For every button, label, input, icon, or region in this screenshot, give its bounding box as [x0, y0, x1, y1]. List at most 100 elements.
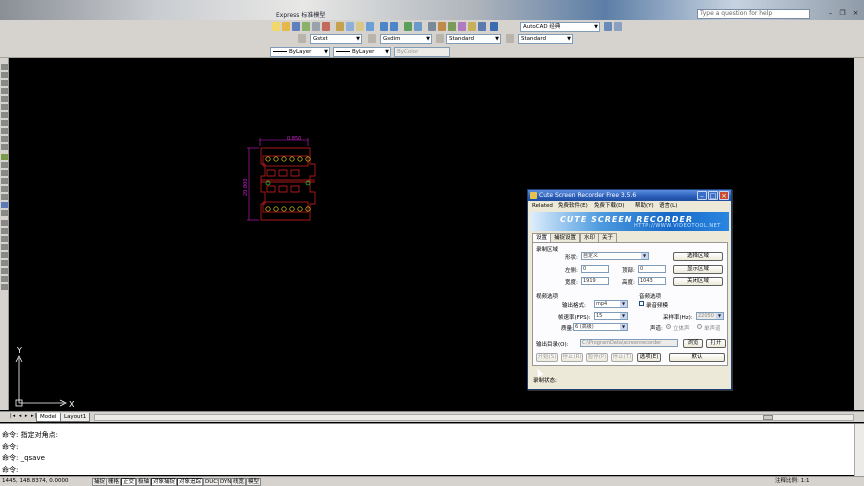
- width-input[interactable]: 1919: [581, 277, 609, 285]
- scale-icon[interactable]: [1, 276, 8, 282]
- mirror-icon[interactable]: [1, 236, 8, 242]
- array-icon[interactable]: [1, 252, 8, 258]
- line-icon[interactable]: [1, 64, 8, 70]
- dialog-minimize-icon[interactable]: –: [697, 191, 707, 200]
- dialog-close-icon[interactable]: ×: [719, 191, 729, 200]
- osnap-toggle[interactable]: 对象捕捉: [151, 478, 178, 486]
- tab-nav-arrows[interactable]: |◂ ◂ ▸ ▸|: [10, 413, 37, 419]
- otrack-toggle[interactable]: 对象追踪: [177, 478, 204, 486]
- rectangle-icon[interactable]: [1, 96, 8, 102]
- command-scrollbar[interactable]: [854, 424, 864, 476]
- color-select[interactable]: ByLayer ▼: [270, 47, 330, 57]
- dim-style-select[interactable]: Gsdim ▼: [380, 34, 432, 44]
- dialog-title-bar[interactable]: Cute Screen Recorder Free 3.5.6 – □ ×: [528, 190, 731, 201]
- left-input[interactable]: 0: [581, 265, 609, 273]
- undo-icon[interactable]: [380, 22, 388, 31]
- multileader-style-icon[interactable]: [506, 34, 514, 43]
- options-button[interactable]: 选项(E): [637, 353, 661, 362]
- lineweight-toggle[interactable]: 线宽: [231, 478, 247, 486]
- menu-free-software[interactable]: 免费软件(E): [558, 202, 588, 211]
- preview-icon[interactable]: [312, 22, 320, 31]
- sheet-set-icon[interactable]: [458, 22, 466, 31]
- scrollbar-thumb[interactable]: [763, 415, 773, 420]
- pause-button[interactable]: 暂停(P): [586, 353, 608, 362]
- paste-icon[interactable]: [356, 22, 364, 31]
- region-icon[interactable]: [1, 194, 8, 200]
- open-folder-button[interactable]: 打开: [706, 339, 726, 348]
- help-icon[interactable]: [490, 22, 498, 31]
- select-area-button[interactable]: 选择区域: [673, 252, 723, 261]
- publish-icon[interactable]: [322, 22, 330, 31]
- copy-object-icon[interactable]: [1, 228, 8, 234]
- gradient-icon[interactable]: [1, 186, 8, 192]
- default-button[interactable]: 默认: [669, 353, 725, 362]
- match-properties-icon[interactable]: [366, 22, 374, 31]
- move-icon[interactable]: [1, 260, 8, 266]
- ellipse-icon[interactable]: [1, 136, 8, 142]
- linetype-select[interactable]: ByLayer ▼: [333, 47, 391, 57]
- tab-watermark[interactable]: 水印: [580, 233, 600, 242]
- record-audio-checkbox[interactable]: [639, 301, 644, 306]
- restore-icon[interactable]: ❐: [838, 9, 847, 18]
- text-style-icon[interactable]: [298, 34, 306, 43]
- redo-icon[interactable]: [390, 22, 398, 31]
- arc-icon[interactable]: [1, 104, 8, 110]
- help-search-input[interactable]: Type a question for help: [697, 9, 810, 19]
- plot-icon[interactable]: [302, 22, 310, 31]
- minimize-icon[interactable]: –: [826, 9, 835, 18]
- browse-button[interactable]: 浏览: [683, 339, 703, 348]
- rotate-icon[interactable]: [1, 268, 8, 274]
- construction-line-icon[interactable]: [1, 72, 8, 78]
- tab-model[interactable]: Model: [36, 413, 61, 422]
- annotation-scale[interactable]: 注释比例: 1:1: [775, 477, 809, 486]
- tool-palette-icon[interactable]: [448, 22, 456, 31]
- circle-icon[interactable]: [1, 112, 8, 118]
- tab-about[interactable]: 关于: [598, 233, 618, 242]
- sample-rate-select[interactable]: 22050 ▼: [696, 312, 724, 320]
- polyline-icon[interactable]: [1, 80, 8, 86]
- table-icon[interactable]: [1, 202, 8, 208]
- tab-layout1[interactable]: Layout1: [60, 413, 91, 422]
- stereo-radio[interactable]: [666, 324, 671, 329]
- close-icon[interactable]: ×: [851, 9, 860, 18]
- polygon-icon[interactable]: [1, 88, 8, 94]
- mono-radio[interactable]: [697, 324, 702, 329]
- make-block-icon[interactable]: [1, 162, 8, 168]
- insert-block-icon[interactable]: [1, 154, 8, 160]
- new-file-icon[interactable]: [272, 22, 280, 31]
- point-icon[interactable]: [1, 170, 8, 176]
- ellipse-arc-icon[interactable]: [1, 144, 8, 150]
- table-style-select[interactable]: Standard ▼: [446, 34, 501, 44]
- save-icon[interactable]: [292, 22, 300, 31]
- multileader-style-select[interactable]: Standard ▼: [518, 34, 573, 44]
- dim-style-icon[interactable]: [368, 34, 376, 43]
- top-input[interactable]: 0: [638, 265, 666, 273]
- shape-select[interactable]: 自定义 ▼: [581, 252, 649, 260]
- multiline-text-icon[interactable]: [1, 210, 8, 216]
- design-center-icon[interactable]: [438, 22, 446, 31]
- properties-icon[interactable]: [428, 22, 436, 31]
- trim-icon[interactable]: [1, 284, 8, 290]
- grid-toggle[interactable]: 栅格: [106, 478, 122, 486]
- workspace-select[interactable]: AutoCAD 经典 ▼: [520, 22, 600, 32]
- spline-icon[interactable]: [1, 128, 8, 134]
- revision-cloud-icon[interactable]: [1, 120, 8, 126]
- polar-toggle[interactable]: 极轴: [136, 478, 152, 486]
- start-button[interactable]: 开始(S): [536, 353, 558, 362]
- dialog-maximize-icon[interactable]: □: [708, 191, 718, 200]
- command-window[interactable]: 命令: 指定对角点: 命令: 命令: _qsave 命令:: [0, 423, 864, 476]
- output-dir-input[interactable]: C:\ProgramData\screenrecorder: [580, 339, 678, 347]
- menu-free-download[interactable]: 免费下载(D): [594, 202, 625, 211]
- copy-icon[interactable]: [346, 22, 354, 31]
- stop-button[interactable]: 停止(R): [561, 353, 583, 362]
- quickcalc-icon[interactable]: [478, 22, 486, 31]
- hatch-icon[interactable]: [1, 178, 8, 184]
- table-style-icon[interactable]: [436, 34, 444, 43]
- tab-capture-settings[interactable]: 捕捉设置: [550, 233, 581, 242]
- ortho-toggle[interactable]: 正交: [121, 478, 137, 486]
- show-area-button[interactable]: 显示区域: [673, 265, 723, 274]
- pan-icon[interactable]: [404, 22, 412, 31]
- workspace-save-icon[interactable]: [614, 22, 622, 31]
- quality-select[interactable]: 6 (高级) ▼: [573, 323, 628, 331]
- menu-related[interactable]: Related: [532, 202, 553, 211]
